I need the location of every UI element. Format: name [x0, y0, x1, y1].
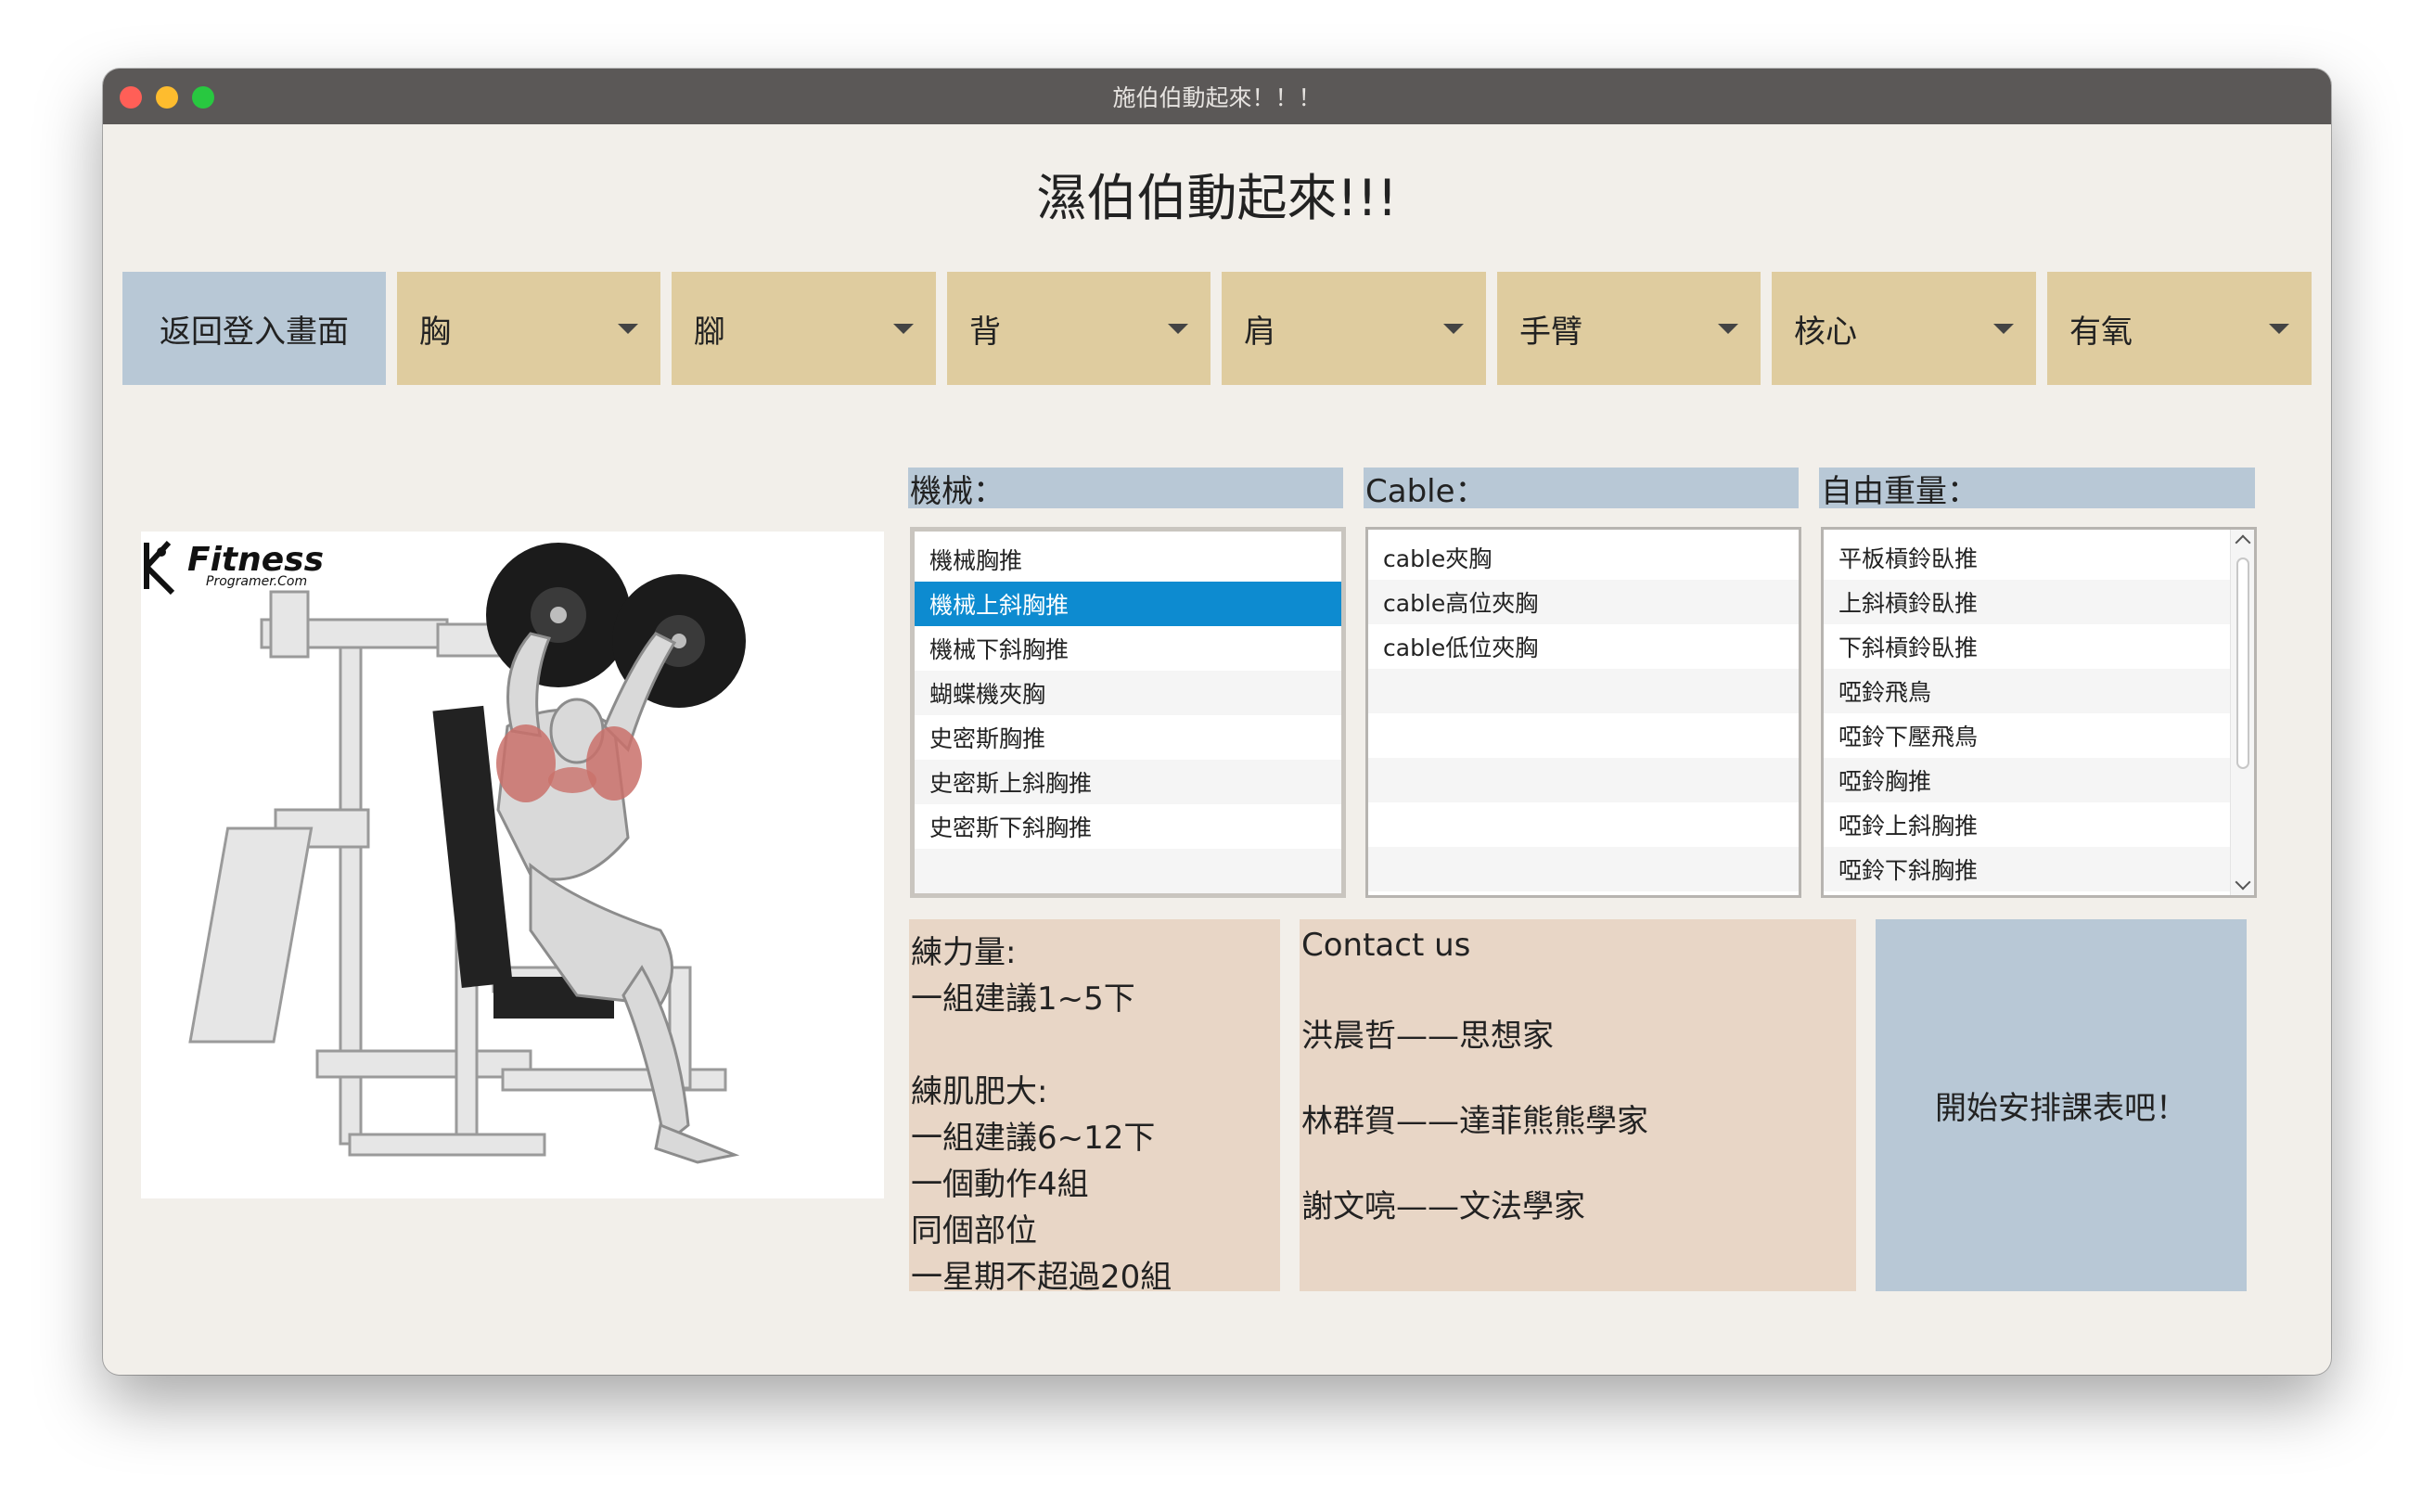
- contact-panel: Contact us 洪晨哲——思想家 林群賀——達菲熊熊學家 謝文喨——文法學…: [1300, 919, 1856, 1291]
- chevron-down-icon: [1168, 324, 1188, 334]
- list-item[interactable]: 史密斯上斜胸推: [915, 760, 1341, 804]
- contact-title: Contact us: [1301, 927, 1471, 964]
- legs-dropdown[interactable]: 腳: [672, 272, 936, 385]
- advice-line: 一組建議1~5下: [911, 980, 1135, 1018]
- exercise-image: Fitness Programer.Com: [141, 532, 884, 1198]
- advice-line: 練力量:: [911, 934, 1017, 971]
- free-weight-category-label: 自由重量：: [1819, 468, 2255, 510]
- list-item[interactable]: 機械下斜胸推: [915, 626, 1341, 671]
- dropdown-label: 腳: [694, 313, 725, 351]
- machine-exercise-list[interactable]: 機械胸推 機械上斜胸推 機械下斜胸推 蝴蝶機夾胸 史密斯胸推 史密斯上斜胸推 史…: [910, 527, 1346, 898]
- list-item[interactable]: 上斜槓鈴臥推: [1824, 580, 2254, 624]
- title-bar: 施伯伯動起來！！！: [103, 69, 2331, 124]
- cardio-dropdown[interactable]: 有氧: [2047, 272, 2312, 385]
- contact-person: 謝文喨——文法學家: [1301, 1188, 1585, 1225]
- list-item[interactable]: 啞鈴下斜胸推: [1824, 847, 2254, 891]
- logo-text: Fitness: [187, 541, 324, 579]
- list-item[interactable]: cable夾胸: [1368, 535, 1799, 580]
- list-empty-row: [1368, 758, 1799, 802]
- dropdown-label: 有氧: [2069, 313, 2133, 351]
- core-dropdown[interactable]: 核心: [1772, 272, 2036, 385]
- contact-person: 洪晨哲——思想家: [1301, 1018, 1554, 1055]
- cable-category-label: Cable：: [1364, 468, 1799, 510]
- list-empty-row: [1368, 669, 1799, 713]
- minimize-window-button[interactable]: [156, 86, 178, 109]
- list-empty-row: [1368, 713, 1799, 758]
- list-item[interactable]: 平板槓鈴臥推: [1824, 535, 2254, 580]
- scroll-up-icon[interactable]: [2235, 534, 2251, 551]
- list-item[interactable]: 啞鈴飛鳥: [1824, 669, 2254, 713]
- chevron-down-icon: [1993, 324, 2014, 334]
- list-item-selected[interactable]: 機械上斜胸推: [915, 582, 1341, 626]
- free-weight-exercise-list[interactable]: 平板槓鈴臥推 上斜槓鈴臥推 下斜槓鈴臥推 啞鈴飛鳥 啞鈴下壓飛鳥 啞鈴胸推 啞鈴…: [1821, 527, 2257, 898]
- advice-line: 同個部位: [911, 1212, 1037, 1249]
- scroll-down-icon[interactable]: [2235, 874, 2251, 891]
- list-item[interactable]: 蝴蝶機夾胸: [915, 671, 1341, 715]
- list-item[interactable]: 下斜槓鈴臥推: [1824, 624, 2254, 669]
- chevron-down-icon: [618, 324, 638, 334]
- dropdown-label: 手臂: [1519, 313, 1582, 351]
- advice-line: 一星期不超過20組: [911, 1259, 1172, 1296]
- advice-line: 一個動作4組: [911, 1166, 1089, 1203]
- list-item[interactable]: 機械胸推: [915, 537, 1341, 582]
- shoulders-dropdown[interactable]: 肩: [1222, 272, 1486, 385]
- list-item[interactable]: 啞鈴下壓飛鳥: [1824, 713, 2254, 758]
- contact-person: 林群賀——達菲熊熊學家: [1301, 1103, 1648, 1140]
- chevron-down-icon: [1718, 324, 1738, 334]
- machine-category-label: 機械：: [908, 468, 1343, 510]
- list-item[interactable]: 啞鈴胸推: [1824, 758, 2254, 802]
- fitness-logo: Fitness Programer.Com: [144, 540, 324, 596]
- arms-dropdown[interactable]: 手臂: [1497, 272, 1761, 385]
- exercise-illustration: Fitness Programer.Com: [144, 540, 746, 1164]
- advice-line: 練肌肥大:: [911, 1073, 1048, 1110]
- window-title: 施伯伯動起來！！！: [1112, 84, 1322, 111]
- training-advice-panel: 練力量: 一組建議1~5下 練肌肥大: 一組建議6~12下 一個動作4組 同個部…: [909, 919, 1280, 1296]
- list-item[interactable]: 史密斯下斜胸推: [915, 804, 1341, 849]
- close-window-button[interactable]: [120, 86, 142, 109]
- back-dropdown[interactable]: 背: [947, 272, 1211, 385]
- back-to-login-button[interactable]: 返回登入畫面: [122, 272, 386, 385]
- dropdown-label: 核心: [1794, 313, 1857, 351]
- list-empty-row: [1368, 847, 1799, 891]
- dropdown-label: 肩: [1244, 313, 1275, 351]
- list-item[interactable]: cable低位夾胸: [1368, 624, 1799, 669]
- list-scrollbar[interactable]: [2230, 530, 2254, 895]
- cable-exercise-list[interactable]: cable夾胸 cable高位夾胸 cable低位夾胸: [1365, 527, 1801, 898]
- start-schedule-button[interactable]: 開始安排課表吧！: [1876, 919, 2247, 1291]
- list-item[interactable]: 啞鈴上斜胸推: [1824, 802, 2254, 847]
- dropdown-label: 胸: [419, 313, 451, 351]
- chevron-down-icon: [1443, 324, 1464, 334]
- list-item[interactable]: 史密斯胸推: [915, 715, 1341, 760]
- scrollbar-thumb[interactable]: [2236, 557, 2249, 769]
- chevron-down-icon: [2269, 324, 2289, 334]
- chest-dropdown[interactable]: 胸: [397, 272, 660, 385]
- list-empty-row: [1368, 802, 1799, 847]
- advice-line: 一組建議6~12下: [911, 1120, 1156, 1157]
- maximize-window-button[interactable]: [192, 86, 214, 109]
- logo-subtext: Programer.Com: [206, 574, 307, 589]
- chevron-down-icon: [893, 324, 914, 334]
- list-item[interactable]: cable高位夾胸: [1368, 580, 1799, 624]
- dropdown-label: 背: [969, 313, 1001, 351]
- app-window: 施伯伯動起來！！！ 濕伯伯動起來!!! 返回登入畫面 胸 腳 背 肩 手臂 核心…: [103, 69, 2331, 1375]
- page-title: 濕伯伯動起來!!!: [1036, 169, 1398, 227]
- list-empty-row: [915, 849, 1341, 893]
